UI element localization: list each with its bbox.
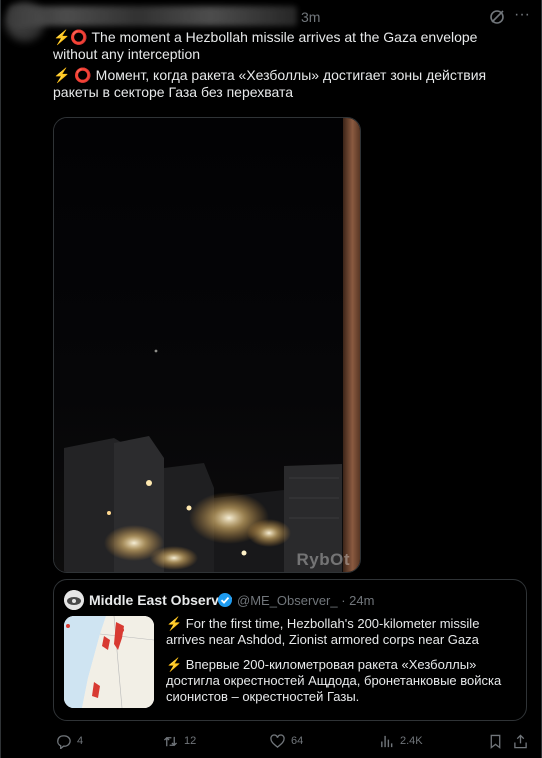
repost-button[interactable]: 12 bbox=[163, 732, 196, 750]
quote-handle-time[interactable]: @ME_Observer_ · 24m bbox=[237, 593, 374, 608]
map-icon bbox=[64, 616, 154, 708]
bookmark-button[interactable] bbox=[488, 732, 509, 750]
post-header: 3m ··· bbox=[1, 0, 542, 42]
post-timestamp[interactable]: 3m bbox=[301, 9, 320, 25]
grok-icon[interactable] bbox=[489, 9, 505, 25]
repost-count: 12 bbox=[184, 735, 197, 747]
heart-icon bbox=[270, 733, 285, 748]
views-count: 2.4K bbox=[400, 735, 423, 747]
post-video[interactable]: RybOt bbox=[53, 117, 361, 573]
reply-count: 4 bbox=[77, 735, 84, 747]
quote-author-name[interactable]: Middle East Observer bbox=[89, 592, 232, 608]
redacted-author-name[interactable] bbox=[9, 6, 297, 26]
post-text-russian: ⚡ ⭕ Момент, когда ракета «Хезболлы» дост… bbox=[53, 67, 487, 100]
quote-text-russian: ⚡ Впервые 200-километровая ракета «Хезбо… bbox=[166, 657, 502, 704]
reply-button[interactable]: 4 bbox=[56, 732, 83, 750]
post-container[interactable]: 3m ··· ⚡⭕ The moment a Hezbollah missile… bbox=[0, 0, 542, 758]
quote-text-english: ⚡ For the first time, Hezbollah's 200-ki… bbox=[166, 616, 480, 647]
quoted-post[interactable]: Middle East Observer @ME_Observer_ · 24m… bbox=[53, 579, 527, 721]
post-text-english: ⚡⭕ The moment a Hezbollah missile arrive… bbox=[53, 29, 478, 62]
share-icon bbox=[514, 733, 527, 748]
share-button[interactable] bbox=[513, 732, 534, 750]
map-thumbnail[interactable] bbox=[64, 616, 154, 708]
action-bar: 4 12 64 2.4K bbox=[1, 728, 542, 752]
like-button[interactable]: 64 bbox=[270, 732, 303, 750]
video-watermark: RybOt bbox=[296, 550, 350, 569]
like-count: 64 bbox=[291, 735, 304, 747]
views-icon bbox=[381, 735, 393, 747]
repost-icon bbox=[163, 736, 178, 746]
bookmark-icon bbox=[490, 734, 501, 749]
reply-icon bbox=[57, 734, 71, 749]
night-video-frame bbox=[54, 118, 360, 572]
verified-badge-icon bbox=[218, 593, 232, 607]
quote-avatar[interactable] bbox=[64, 590, 84, 610]
views-button[interactable]: 2.4K bbox=[379, 732, 423, 750]
more-options-icon[interactable]: ··· bbox=[513, 7, 531, 25]
